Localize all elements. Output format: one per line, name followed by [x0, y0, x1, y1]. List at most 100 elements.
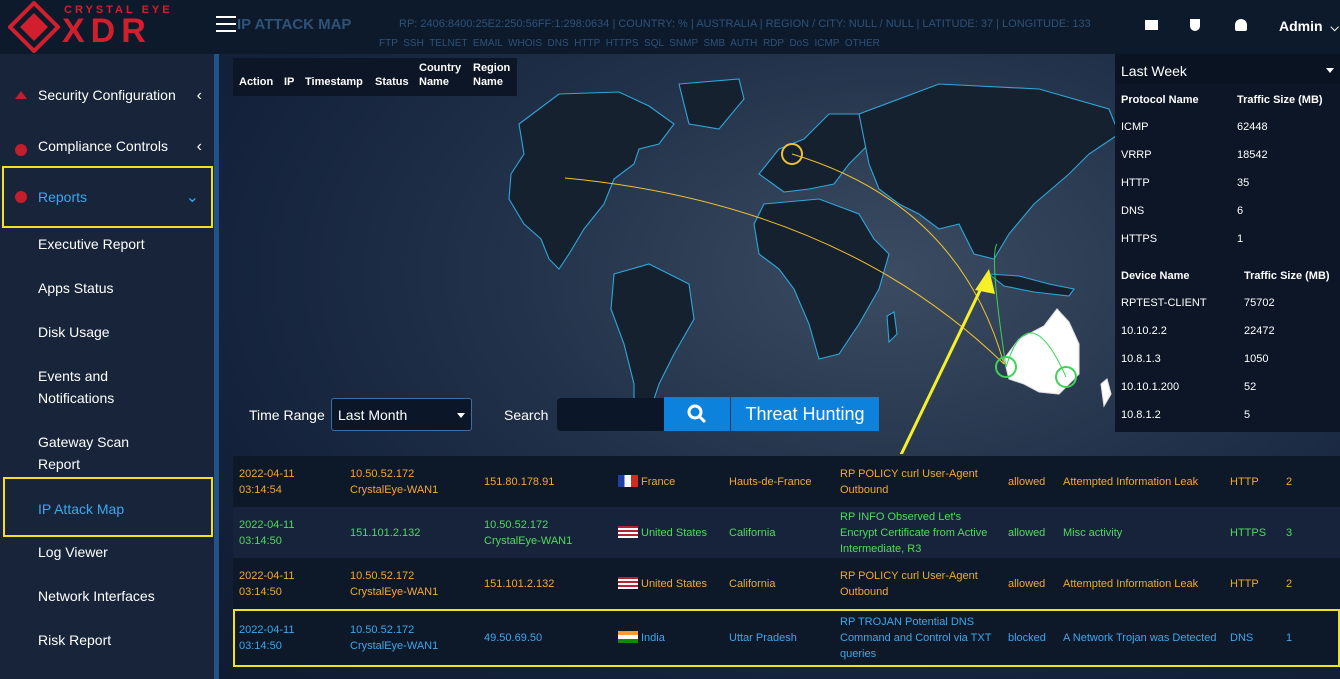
nav-label: Log Viewer — [38, 544, 108, 560]
hamburger-menu-icon[interactable] — [216, 16, 236, 34]
nav-gateway-scan-report[interactable]: Gateway Scan Report — [0, 431, 214, 475]
cell-class: A Network Trojan was Detected — [1063, 630, 1223, 646]
col-status[interactable]: Status — [375, 76, 409, 88]
nav-security-configuration[interactable]: Security Configuration ‹ — [0, 87, 214, 105]
cell-time: 03:14:50 — [239, 534, 282, 547]
protocol-traffic: 62448 — [1237, 121, 1268, 133]
dropdown-arrow-icon — [457, 413, 465, 418]
cell-src_ip: 151.101.2.132 — [350, 526, 421, 539]
shield-icon[interactable] — [1190, 19, 1200, 31]
crystal-eye-logo-icon — [8, 1, 60, 53]
table-row[interactable]: 2022-04-11 03:14:50 10.50.52.172 CrystalEye… — [233, 558, 1340, 609]
cell-destination: 151.101.2.132 — [484, 576, 604, 592]
cell-source: 10.50.52.172 CrystalEye-WAN1 — [350, 622, 470, 654]
col-timestamp[interactable]: Timestamp — [305, 76, 363, 88]
logo: CRYSTAL EYE XDR — [0, 0, 218, 54]
cell-class: A Network Trojan was Detected — [1063, 632, 1217, 644]
time-range-select[interactable]: Last Month — [331, 398, 472, 431]
nav-compliance-controls[interactable]: Compliance Controls ‹ — [0, 138, 214, 156]
cell-date: 2022-04-11 — [239, 624, 295, 636]
col-action[interactable]: Action — [239, 76, 273, 88]
nav-disk-usage[interactable]: Disk Usage — [0, 321, 214, 343]
device-traffic: 75702 — [1244, 297, 1275, 309]
nav-label: Compliance Controls — [38, 138, 168, 154]
search-button[interactable] — [664, 397, 730, 431]
table-row[interactable]: 2022-04-11 03:14:50 10.50.52.172 CrystalEye… — [233, 609, 1340, 667]
search-input[interactable] — [557, 398, 664, 431]
cell-date: 2022-04-11 — [239, 569, 295, 582]
cell-msg: RP TROJAN Potential DNS Command and Cont… — [840, 614, 998, 662]
col-ip[interactable]: IP — [284, 76, 294, 88]
cell-class: Attempted Information Leak — [1063, 475, 1199, 488]
cell-num: 1 — [1286, 630, 1306, 646]
chevron-down-icon: ⌄ — [185, 189, 199, 206]
nav-log-viewer[interactable]: Log Viewer — [0, 541, 214, 563]
threat-hunting-button[interactable]: Threat Hunting — [731, 397, 879, 431]
nav-label: Gateway Scan Report — [38, 434, 130, 472]
cell-source: 151.101.2.132 — [350, 525, 470, 541]
nav-label: Reports — [38, 189, 88, 205]
cell-src_ip: 10.50.52.172 — [350, 624, 415, 636]
col-device-traffic: Traffic Size (MB) — [1244, 270, 1330, 282]
attack-info: RP: 2406:8400:25E2:250:56FF:1:298:0634 |… — [399, 18, 1091, 30]
cell-region: Uttar Pradesh — [729, 632, 797, 644]
chevron-left-icon: ‹ — [196, 138, 202, 155]
table-row[interactable]: 2022-04-11 03:14:50 151.101.2.132 10.50.52.… — [233, 507, 1340, 558]
cell-num: 2 — [1286, 577, 1293, 590]
bell-icon[interactable] — [1235, 19, 1247, 31]
cell-src_ip: 10.50.52.172 — [350, 467, 415, 480]
cell-action: allowed — [1008, 525, 1058, 541]
cell-dst2: CrystalEye-WAN1 — [484, 534, 573, 547]
nav-executive-report[interactable]: Executive Report — [0, 233, 214, 255]
new-zealand-shape — [1100, 378, 1112, 408]
cell-destination: 49.50.69.50 — [484, 630, 604, 646]
page-title: IP ATTACK MAP — [237, 16, 352, 33]
app-window: IP ATTACK MAP RP: 2406:8400:25E2:250:56F… — [0, 0, 1340, 679]
cell-country: United States — [618, 525, 718, 541]
nav-label: Apps Status — [38, 280, 114, 296]
cell-num: 2 — [1286, 474, 1306, 490]
time-range-label: Time Range — [249, 407, 325, 423]
nav-risk-report[interactable]: Risk Report — [0, 629, 214, 651]
madagascar-shape — [886, 311, 898, 344]
period-select[interactable]: Last Week — [1115, 54, 1340, 84]
brand-product: XDR — [62, 12, 152, 50]
compliance-icon — [15, 144, 27, 156]
cell-action: blocked — [1008, 630, 1058, 646]
nav-label: Network Interfaces — [38, 588, 155, 604]
cell-country: United States — [641, 526, 708, 539]
col-protocol-name: Protocol Name — [1121, 94, 1199, 106]
nav-label: Security Configuration — [38, 87, 176, 103]
admin-label: Admin — [1279, 18, 1323, 34]
cell-source: 10.50.52.172 CrystalEye-WAN1 — [350, 568, 470, 600]
cell-country: France — [618, 474, 718, 490]
mail-icon[interactable] — [1145, 20, 1158, 30]
period-value: Last Week — [1121, 63, 1187, 79]
flag-icon — [618, 631, 638, 643]
col-country[interactable]: Country Name — [419, 61, 467, 89]
cell-region: California — [729, 526, 776, 539]
cell-proto: HTTP — [1230, 475, 1259, 488]
cell-action: allowed — [1008, 474, 1058, 490]
attack-table-header: Action IP Timestamp Status Country Name … — [233, 58, 517, 96]
nav-events-notifications[interactable]: Events and Notifications — [0, 365, 214, 409]
cell-proto: HTTPS — [1230, 526, 1267, 539]
top-bar: IP ATTACK MAP RP: 2406:8400:25E2:250:56F… — [219, 0, 1340, 54]
traffic-panel: Last Week Protocol Name Traffic Size (MB… — [1115, 54, 1340, 432]
nav-ip-attack-map[interactable]: IP Attack Map — [3, 477, 213, 537]
nav-apps-status[interactable]: Apps Status — [0, 277, 214, 299]
cell-action: blocked — [1008, 632, 1046, 644]
nav-reports[interactable]: Reports ⌄ — [2, 166, 213, 228]
nav-label: Disk Usage — [38, 324, 110, 340]
cell-region: Hauts-de-France — [729, 474, 829, 490]
col-region[interactable]: Region Name — [473, 61, 515, 89]
cell-class: Misc activity — [1063, 525, 1223, 541]
cell-proto: DNS — [1230, 632, 1254, 644]
cell-src_name: CrystalEye-WAN1 — [350, 483, 439, 496]
admin-menu[interactable]: Admin ⌵ — [1279, 18, 1339, 35]
nav-network-interfaces[interactable]: Network Interfaces — [0, 585, 214, 607]
asia-shape — [858, 83, 1120, 260]
cell-date: 2022-04-11 — [239, 467, 295, 480]
cell-source: 10.50.52.172 CrystalEye-WAN1 — [350, 466, 470, 498]
table-row[interactable]: 2022-04-11 03:14:54 10.50.52.172 CrystalEye… — [233, 456, 1340, 507]
